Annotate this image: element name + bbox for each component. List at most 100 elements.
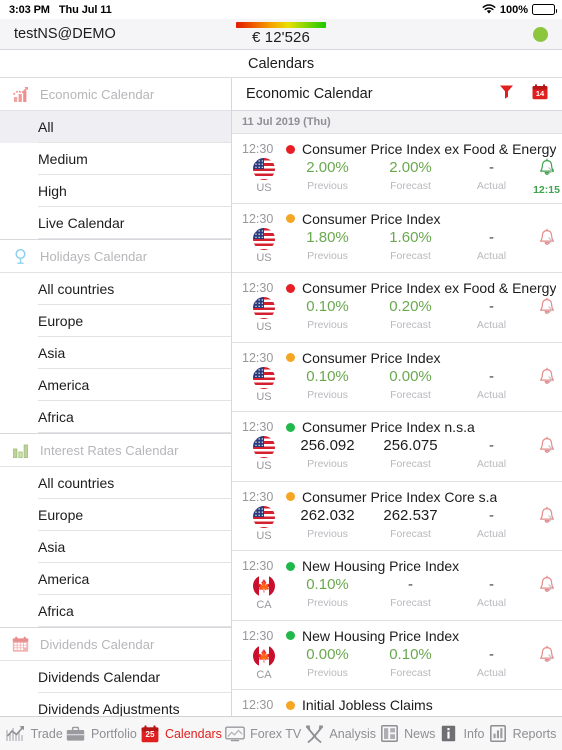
tab-portfolio[interactable]: Portfolio — [66, 724, 137, 744]
country-code: US — [256, 390, 272, 403]
sidebar-item-asia[interactable]: Asia — [0, 337, 231, 369]
forecast-cell: 0.00% Forecast — [369, 367, 452, 401]
sidebar-item-live-calendar[interactable]: Live Calendar — [0, 207, 231, 239]
sidebar-item-africa[interactable]: Africa — [0, 595, 231, 627]
tab-label: Analysis — [329, 726, 376, 741]
previous-cell: 1.80% Previous — [286, 228, 369, 262]
event-row-bottom: US 256.092 Previous 256.075 Forecast - Actual — [232, 436, 562, 472]
event-title: Consumer Price Index Core s.a — [302, 488, 498, 505]
filter-funnel-icon[interactable] — [498, 83, 515, 105]
actual-label: Actual — [476, 597, 507, 609]
sidebar-item-asia[interactable]: Asia — [0, 531, 231, 563]
sidebar-item-label: Dividends Calendar — [38, 669, 161, 685]
alert-time: 12:15 — [533, 184, 560, 196]
importance-dot — [286, 144, 295, 154]
event-row[interactable]: 12:30 Consumer Price Index ex Food & Ener… — [232, 134, 562, 204]
main-header-title: Economic Calendar — [246, 86, 373, 102]
chevron-right-icon[interactable]: › — [547, 439, 553, 456]
chevron-right-icon[interactable]: › — [547, 578, 553, 595]
country-code: US — [256, 182, 272, 194]
tab-label: Info — [463, 726, 485, 741]
tab-reports[interactable]: Reports — [488, 724, 556, 744]
forecast-label: Forecast — [390, 388, 431, 401]
tab-analysis[interactable]: Analysis — [304, 724, 376, 744]
event-row[interactable]: 12:30 Initial Jobless Claims — [232, 690, 562, 716]
sidebar-item-dividends-adjustments[interactable]: Dividends Adjustments — [0, 693, 231, 716]
forecast-label: Forecast — [390, 666, 431, 679]
tab-forex-tv[interactable]: Forex TV — [225, 724, 301, 744]
actual-value: - — [489, 437, 494, 454]
tab-trade[interactable]: Trade — [6, 724, 63, 744]
sidebar-item-europe[interactable]: Europe — [0, 499, 231, 531]
account-name[interactable]: testNS@DEMO — [14, 26, 116, 42]
actual-cell: - Actual — [452, 436, 531, 470]
sidebar-item-medium[interactable]: Medium — [0, 143, 231, 175]
body-split: Economic Calendar All Medium High Live Calen… — [0, 78, 562, 716]
chevron-right-icon[interactable]: › — [547, 509, 553, 526]
previous-label: Previous — [307, 666, 348, 679]
sidebar-item-dividends-calendar[interactable]: Dividends Calendar — [0, 661, 231, 693]
event-time: 12:30 — [242, 420, 274, 434]
event-row[interactable]: 12:30 New Housing Price Index 🍁 CA 0.00% Prev… — [232, 620, 562, 690]
event-row-top: 12:30 Consumer Price Index ex Food & Ener… — [232, 280, 562, 296]
importance-dot — [286, 353, 295, 362]
sidebar-item-label: Europe — [38, 313, 84, 329]
forecast-cell: 256.075 Forecast — [369, 436, 452, 470]
tab-news[interactable]: News — [379, 724, 435, 744]
event-row-top: 12:30 New Housing Price Index — [232, 628, 562, 644]
event-row-bottom: 🍁 CA 0.10% Previous - Forecast - Actual — [232, 575, 562, 611]
event-row[interactable]: 12:30 Consumer Price Index ex Food & Ener… — [232, 273, 562, 343]
tab-label: News — [404, 726, 436, 741]
importance-dot — [286, 492, 295, 501]
event-row-bottom: 🍁 CA 0.00% Previous 0.10% Forecast - Actual — [232, 644, 562, 681]
event-row[interactable]: 12:30 Consumer Price Index n.s.a US 256.092… — [232, 412, 562, 482]
sidebar-item-africa[interactable]: Africa — [0, 401, 231, 433]
status-right-group: 100% — [482, 4, 557, 16]
country-code: CA — [256, 599, 272, 611]
country-code: US — [256, 529, 272, 542]
event-row[interactable]: 12:30 Consumer Price Index US 1.80% Previous… — [232, 203, 562, 273]
event-row[interactable]: 12:30 Consumer Price Index Core s.a US 262.… — [232, 481, 562, 551]
previous-cell: 0.10% Previous — [286, 297, 369, 331]
sidebar-item-all-countries[interactable]: All countries — [0, 273, 231, 305]
event-row-top: 12:30 Consumer Price Index — [232, 350, 562, 366]
forecast-label: Forecast — [390, 597, 431, 609]
country-code: US — [256, 321, 272, 333]
chevron-right-icon[interactable]: › — [547, 300, 553, 317]
actual-label: Actual — [476, 458, 507, 470]
chevron-right-icon[interactable]: › — [547, 648, 553, 665]
calendar-date-icon[interactable]: 14 — [532, 83, 548, 105]
sidebar-item-america[interactable]: America — [0, 563, 231, 595]
sidebar-item-america[interactable]: America — [0, 369, 231, 401]
tab-calendars[interactable]: 25 Calendars — [140, 724, 222, 744]
forecast-cell: - Forecast — [369, 575, 452, 609]
sidebar-item-all[interactable]: All — [0, 111, 231, 143]
sidebar-item-label: Asia — [38, 345, 66, 361]
forecast-cell: 0.10% Forecast — [369, 645, 452, 679]
sidebar-section-header: Holidays Calendar — [0, 240, 231, 273]
chevron-right-icon[interactable]: › — [547, 231, 553, 248]
info-icon — [439, 724, 459, 744]
forecast-value: 0.00% — [389, 367, 432, 385]
sidebar-item-label: America — [38, 571, 90, 587]
event-time: 12:30 — [242, 628, 274, 643]
tab-info[interactable]: Info — [439, 724, 485, 744]
event-row[interactable]: 12:30 New Housing Price Index 🍁 CA 0.10% Prev… — [232, 551, 562, 621]
bottom-tab-bar[interactable]: Trade Portfolio 25 Calendars Forex TV Analysi… — [0, 716, 562, 750]
forecast-value: - — [408, 576, 413, 593]
sidebar-section-label: Interest Rates Calendar — [40, 442, 179, 458]
actual-value: - — [489, 159, 494, 176]
briefcase-icon — [66, 724, 86, 744]
event-row[interactable]: 12:30 Consumer Price Index US 0.10% Previous… — [232, 342, 562, 412]
app-root: 3:03 PM Thu Jul 11 100% testNS@DEMO € 12… — [0, 0, 562, 750]
sidebar-item-europe[interactable]: Europe — [0, 305, 231, 337]
calendar-icon: 25 — [140, 724, 160, 744]
sidebar[interactable]: Economic Calendar All Medium High Live Calen… — [0, 78, 232, 716]
flag-ca-icon: 🍁 — [253, 575, 275, 597]
chevron-right-icon[interactable]: › — [547, 161, 553, 178]
chevron-right-icon[interactable]: › — [547, 370, 553, 387]
actual-value: - — [489, 506, 494, 524]
event-list[interactable]: 12:30 Consumer Price Index ex Food & Ener… — [232, 134, 562, 716]
sidebar-item-all-countries[interactable]: All countries — [0, 467, 231, 499]
sidebar-item-high[interactable]: High — [0, 175, 231, 207]
